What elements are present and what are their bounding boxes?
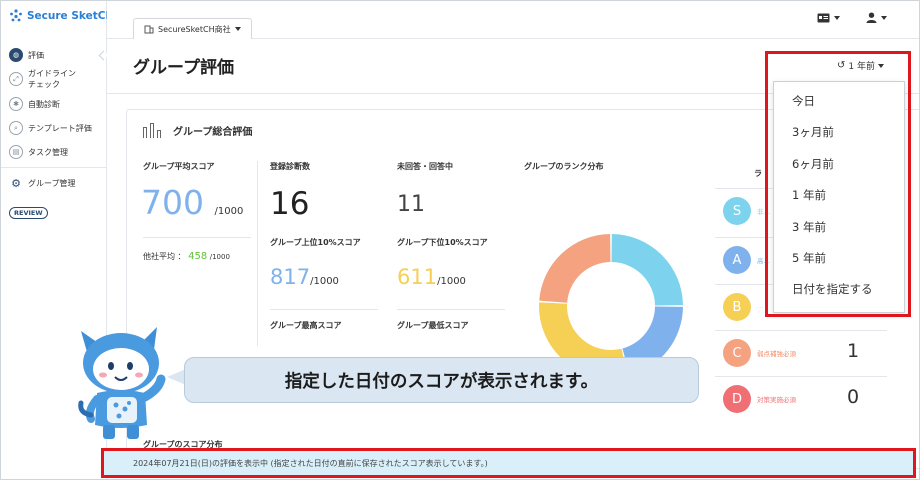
date-notice-banner: 2024年07月21日(日)の評価を表示中 (指定された日付の直前に保存されたス… [101,448,916,478]
id-card-menu-button[interactable] [817,12,840,23]
rank-count: 0 [847,386,860,408]
other-avg-value: 458 [188,251,208,262]
sidebar-item-label: 自動診断 [28,99,60,109]
rank-row-c: C 弱点補強必須 1 [715,330,887,376]
globe-icon: ◍ [9,48,23,62]
clipboard-icon: ▤ [9,145,23,159]
rank-dist-label: グループのランク分布 [524,162,604,171]
donut-segment-c [539,234,611,303]
chevron-down-icon [234,27,241,31]
collapse-chevron-icon [98,50,109,60]
sidebar-item-guideline[interactable]: ⤢ ガイドライン チェック [1,65,107,93]
logo-text: Secure SketCH [27,10,115,22]
min-score-label: グループ最低スコア [397,321,469,330]
sidebar-item-label: グループ管理 [28,178,76,188]
sidebar-item-auto-diagnosis[interactable]: ✱ 自動診断 [1,93,107,115]
logo-icon [10,9,22,22]
bar-chart-icon [143,123,163,138]
bottom10-unit: /1000 [437,276,466,287]
avg-score-unit: /1000 [214,206,244,217]
rank-description: 弱点補強必須 [757,350,796,358]
divider [143,237,251,238]
registered-label: 登録診断数 [270,162,310,171]
user-menu-button[interactable] [866,12,887,23]
avg-score-number: 700 [141,183,204,222]
gear-icon: ✱ [9,97,23,111]
chevron-down-icon [881,15,887,20]
unanswered-value: 11 [397,192,425,217]
sidebar-item-template-evaluation[interactable]: ⌕ テンプレート評価 [1,115,107,141]
avg-score-value: 700 /1000 [141,183,243,222]
chevron-down-icon [834,15,840,20]
rank-badge: B [723,293,751,321]
top10-number: 817 [270,265,311,289]
logo[interactable]: Secure SketCH [9,9,114,23]
chart-check-icon: ⤢ [9,72,23,86]
company-selector[interactable]: SecureSketCH商社 [133,18,252,39]
app-window: Secure SketCH ◍ 評価 ⤢ ガイドライン チェック ✱ 自動診断 … [0,0,920,480]
other-avg: 他社平均 ： 458 /1000 [143,251,230,262]
rank-badge: S [723,197,751,225]
rank-badge: A [723,246,751,274]
cog-icon: ⚙ [11,176,21,190]
sidebar-item-label: ガイドライン チェック [28,69,76,89]
max-score-label: グループ最高スコア [270,321,342,330]
rank-list-header: ラ [754,169,762,178]
page-title: グループ評価 [133,58,234,78]
user-icon [866,12,877,23]
rank-row-d: D 対策実施必須 0 [715,376,887,422]
search-icon: ⌕ [9,121,23,135]
company-name: SecureSketCH商社 [158,24,231,34]
sidebar-item-label: テンプレート評価 [28,123,92,133]
top10-unit: /1000 [310,276,339,287]
sidebar-divider [1,167,107,168]
rank-description: … [757,302,764,310]
bottom10-label: グループ下位10%スコア [397,238,488,247]
registered-value: 16 [270,186,310,222]
column-divider [257,161,258,346]
building-icon [144,25,154,34]
sidebar-nav: ◍ 評価 ⤢ ガイドライン チェック ✱ 自動診断 ⌕ テンプレート評価 ▤ タ… [1,45,109,219]
topbar-actions [817,12,887,23]
bottom10-value: 611/1000 [397,265,466,289]
sidebar-item-label: 評価 [28,50,44,60]
sidebar-item-evaluation[interactable]: ◍ 評価 [1,45,109,65]
id-card-icon [817,13,830,22]
top10-label: グループ上位10%スコア [270,238,361,247]
top10-value: 817/1000 [270,265,339,289]
avg-score-label: グループ平均スコア [143,162,215,171]
bottom10-number: 611 [397,265,438,289]
sidebar-item-group-management[interactable]: ⚙ グループ管理 [1,172,107,194]
sidebar-item-task-management[interactable]: ▤ タスク管理 [1,141,107,163]
sidebar-item-label: タスク管理 [28,147,68,157]
highlight-box-period [765,51,911,317]
top-bar: SecureSketCH商社 [107,1,919,39]
card-title-text: グループ総合評価 [173,127,253,138]
other-avg-unit: /1000 [209,253,230,261]
callout-bubble: 指定した日付のスコアが表示されます。 [184,357,699,403]
donut-segment-s [611,234,683,306]
mascot-illustration [78,327,166,439]
divider [270,309,378,310]
unanswered-label: 未回答・回答中 [397,162,453,171]
rank-badge: D [723,385,751,413]
rank-badge: C [723,339,751,367]
rank-count: 1 [847,340,860,362]
card-title: グループ総合評価 [143,123,252,138]
review-badge[interactable]: REVIEW [9,207,48,219]
rank-description: 対策実施必須 [757,396,796,404]
other-avg-label: 他社平均 ： [143,252,186,261]
divider [397,309,505,310]
